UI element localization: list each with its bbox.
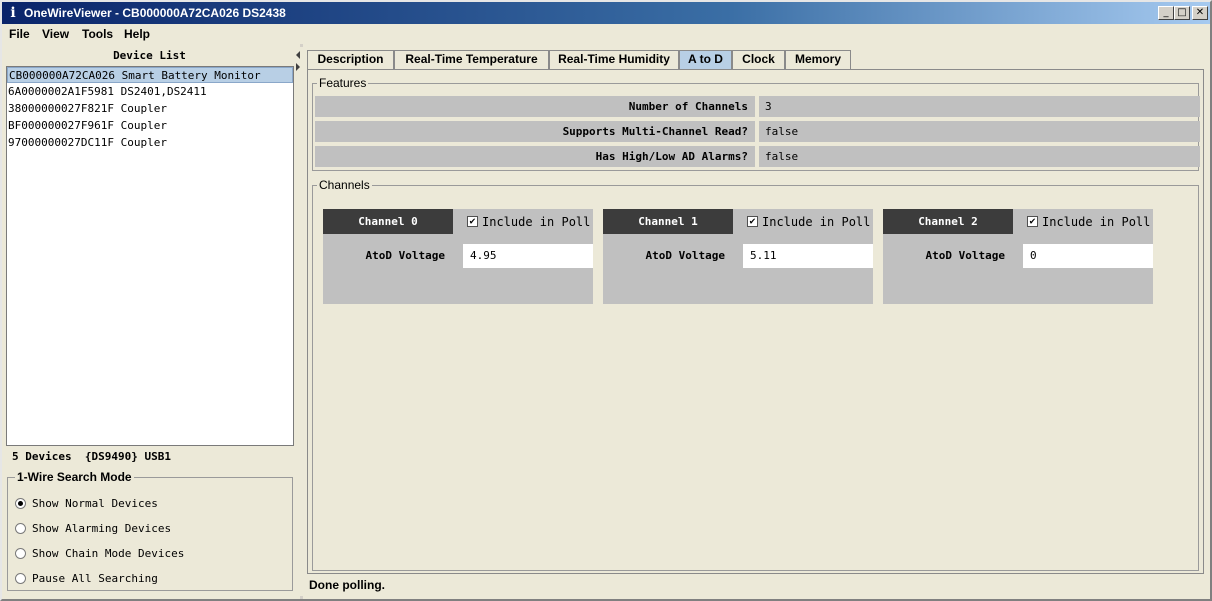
channel-panel: Channel 2 ✔ Include in Poll AtoD Voltage … [883,209,1153,304]
channel-panel: Channel 0 ✔ Include in Poll AtoD Voltage … [323,209,593,304]
voltage-label: AtoD Voltage [365,249,445,262]
expand-right-icon[interactable] [296,63,300,71]
radio-show-chain[interactable]: Show Chain Mode Devices [15,546,184,562]
feature-value: false [759,146,1200,167]
feature-label: Supports Multi-Channel Read? [315,121,755,142]
device-list[interactable]: CB000000A72CA026 Smart Battery Monitor 6… [6,66,294,446]
channel-name: Channel 2 [883,209,1013,234]
viewer-panel: Description Real-Time Temperature Real-T… [303,44,1212,601]
window-title: OneWireViewer - CB000000A72CA026 DS2438 [24,6,286,20]
voltage-value-field[interactable]: 4.95 [463,244,593,268]
checkbox-label: Include in Poll [762,215,871,229]
radio-label: Show Alarming Devices [32,522,172,535]
feature-label: Number of Channels [315,96,755,117]
menu-bar: File View Tools Help [0,24,1212,44]
title-bar[interactable]: i OneWireViewer - CB000000A72CA026 DS243… [0,0,1212,24]
split-pane-divider[interactable] [295,47,303,596]
voltage-value-field[interactable]: 5.11 [743,244,873,268]
checkbox-checked-icon[interactable]: ✔ [467,216,478,227]
radio-show-normal[interactable]: Show Normal Devices [15,496,158,512]
collapse-left-icon[interactable] [296,51,300,59]
radio-label: Show Chain Mode Devices [32,547,185,560]
radio-label: Show Normal Devices [32,497,158,510]
device-list-item[interactable]: BF000000027F961F Coupler [7,118,293,134]
app-info-icon: i [10,5,16,21]
feature-value: 3 [759,96,1200,117]
voltage-label: AtoD Voltage [645,249,725,262]
include-in-poll-checkbox[interactable]: ✔ Include in Poll [747,215,870,229]
voltage-value-field[interactable]: 0 [1023,244,1153,268]
radio-button[interactable] [15,547,26,559]
search-mode-group: 1-Wire Search Mode Show Normal Devices S… [7,470,293,591]
checkbox-checked-icon[interactable]: ✔ [747,216,758,227]
menu-file[interactable]: File [9,26,30,42]
device-list-item[interactable]: CB000000A72CA026 Smart Battery Monitor [7,67,293,83]
radio-button-selected[interactable] [15,497,26,509]
checkbox-label: Include in Poll [482,215,591,229]
features-group: Features Number of Channels 3 Supports M… [312,76,1200,171]
menu-view[interactable]: View [42,26,69,42]
device-list-item[interactable]: 97000000027DC11F Coupler [7,135,293,151]
device-count-status: 5 Devices {DS9490} USB1 [12,450,171,463]
device-list-item[interactable]: 38000000027F821F Coupler [7,101,293,117]
features-title: Features [317,76,369,90]
channel-panel: Channel 1 ✔ Include in Poll AtoD Voltage … [603,209,873,304]
include-in-poll-checkbox[interactable]: ✔ Include in Poll [467,215,590,229]
feature-label: Has High/Low AD Alarms? [315,146,755,167]
menu-help[interactable]: Help [124,26,150,42]
include-in-poll-checkbox[interactable]: ✔ Include in Poll [1027,215,1150,229]
tab-clock[interactable]: Clock [732,50,785,69]
radio-button[interactable] [15,572,26,584]
tab-real-time-temperature[interactable]: Real-Time Temperature [394,50,549,69]
close-button[interactable]: ✕ [1192,6,1208,20]
channels-title: Channels [317,178,372,192]
feature-value: false [759,121,1200,142]
radio-button[interactable] [15,522,26,534]
tab-memory[interactable]: Memory [785,50,851,69]
tab-a-to-d[interactable]: A to D [679,50,732,69]
radio-show-alarming[interactable]: Show Alarming Devices [15,521,171,537]
channel-name: Channel 0 [323,209,453,234]
maximize-button[interactable]: □ [1174,6,1190,20]
tab-real-time-humidity[interactable]: Real-Time Humidity [549,50,679,69]
checkbox-label: Include in Poll [1042,215,1151,229]
checkbox-checked-icon[interactable]: ✔ [1027,216,1038,227]
voltage-label: AtoD Voltage [925,249,1005,262]
minimize-button[interactable]: _ [1158,6,1174,20]
status-text: Done polling. [309,578,385,592]
channels-group: Channels Channel 0 ✔ Include in Poll AtoD… [312,178,1199,571]
device-list-title: Device List [113,49,186,62]
radio-label: Pause All Searching [32,572,158,585]
tab-description[interactable]: Description [307,50,394,69]
search-mode-title: 1-Wire Search Mode [15,470,134,484]
channel-name: Channel 1 [603,209,733,234]
device-panel: Device List CB000000A72CA026 Smart Batte… [4,47,295,596]
radio-pause-searching[interactable]: Pause All Searching [15,571,158,587]
menu-tools[interactable]: Tools [82,26,113,42]
a-to-d-tab-content: Features Number of Channels 3 Supports M… [307,69,1204,574]
device-list-item[interactable]: 6A0000002A1F5981 DS2401,DS2411 [7,84,293,100]
